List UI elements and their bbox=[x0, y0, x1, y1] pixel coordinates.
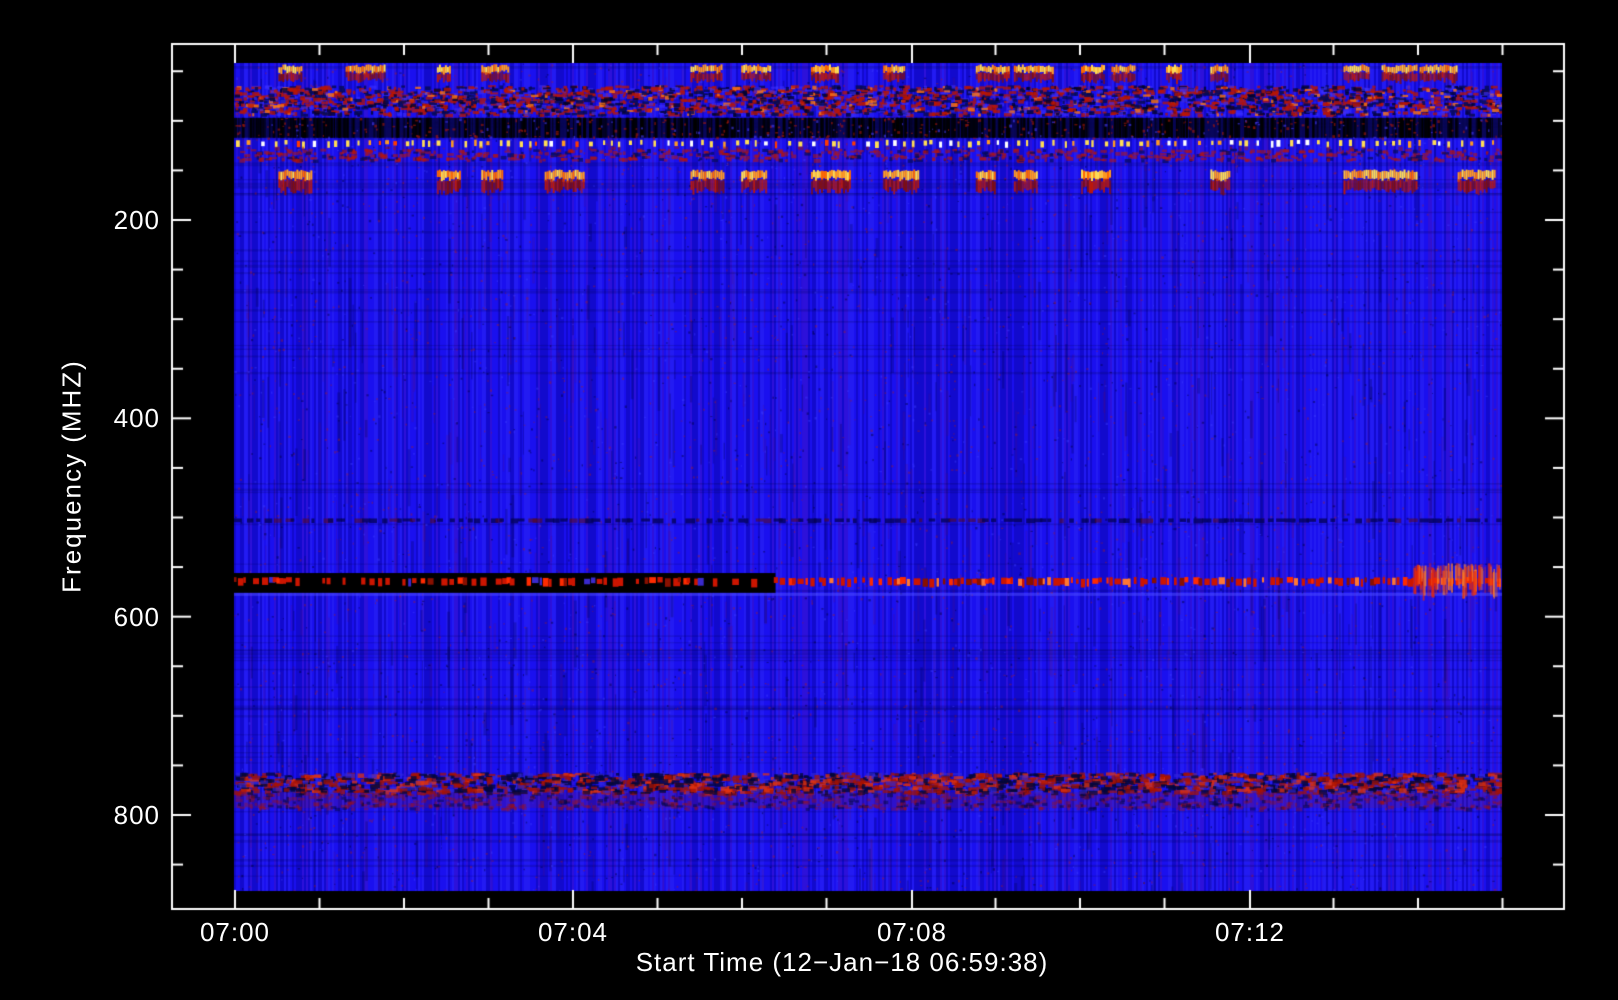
spectrogram-page: 2018/01/12 Radio flux density, e−CALLIST… bbox=[0, 0, 1618, 1000]
x-tick-label-0700: 07:00 bbox=[199, 917, 271, 947]
y-tick-label-200: 200 bbox=[113, 205, 160, 235]
y-tick-label-600: 600 bbox=[113, 602, 160, 632]
x-tick-label-0712: 07:12 bbox=[1214, 917, 1286, 947]
spectrogram-canvas bbox=[0, 0, 1618, 1000]
x-tick-label-0708: 07:08 bbox=[876, 917, 948, 947]
x-axis-title: Start Time (12−Jan−18 06:59:38) bbox=[635, 947, 1049, 977]
x-tick-label-0704: 07:04 bbox=[537, 917, 609, 947]
y-axis-title: Frequency (MHZ) bbox=[56, 359, 87, 593]
y-tick-label-800: 800 bbox=[113, 800, 160, 830]
